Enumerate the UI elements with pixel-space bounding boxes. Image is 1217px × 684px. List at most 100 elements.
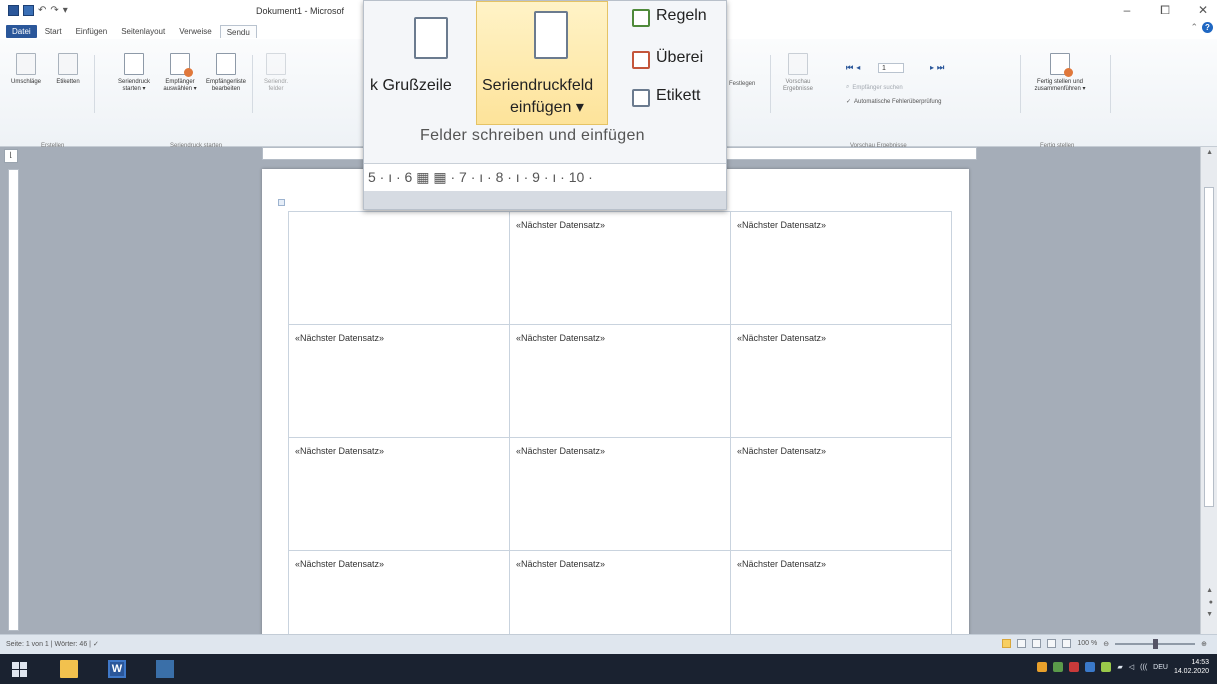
find-recipient-button[interactable]: ⌕ Empfänger suchen xyxy=(846,84,903,91)
proofing-icon[interactable]: ✓ xyxy=(93,641,99,648)
print-layout-view-icon[interactable] xyxy=(1002,639,1012,648)
labels-table: «Nächster Datensatz» «Nächster Datensatz… xyxy=(288,211,952,664)
app-taskbar-icon[interactable] xyxy=(156,660,174,678)
file-explorer-icon[interactable] xyxy=(60,660,78,678)
label-cell[interactable] xyxy=(288,211,510,325)
browse-object-icon[interactable]: ● xyxy=(1209,599,1213,606)
table-move-handle-icon[interactable] xyxy=(278,199,285,206)
match-fields-icon xyxy=(632,51,650,69)
status-left: Seite: 1 von 1 | Wörter: 46 | ✓ xyxy=(6,641,99,648)
match-fields-button[interactable]: Festlegen xyxy=(729,81,755,87)
draft-view-icon[interactable] xyxy=(1062,639,1072,648)
maximize-button[interactable]: ⧠ xyxy=(1159,3,1171,18)
previous-page-icon[interactable]: ▲ xyxy=(1206,587,1213,594)
web-layout-view-icon[interactable] xyxy=(1032,639,1042,648)
document-page[interactable]: «Nächster Datensatz» «Nächster Datensatz… xyxy=(262,169,969,664)
customize-qat-icon[interactable]: ▾ xyxy=(63,5,68,16)
close-button[interactable]: ✕ xyxy=(1197,3,1209,18)
last-record-icon[interactable]: ▸⏭ xyxy=(930,63,947,73)
label-cell[interactable]: «Nächster Datensatz» xyxy=(730,437,952,551)
ribbon-separator xyxy=(94,55,95,113)
greeting-line-icon xyxy=(414,17,448,59)
zoom-in-icon[interactable]: ⊕ xyxy=(1201,640,1207,648)
select-recipients-button[interactable]: Empfänger auswählen ▾ xyxy=(160,53,200,93)
language-indicator[interactable]: DEU xyxy=(1153,664,1168,671)
check-icon: ✓ xyxy=(846,99,852,105)
label-cell[interactable]: «Nächster Datensatz» xyxy=(288,437,510,551)
tray-app-icon[interactable] xyxy=(1101,662,1112,672)
labels-button[interactable]: Etiketten xyxy=(48,53,88,86)
zoom-out-icon[interactable]: ⊖ xyxy=(1103,640,1109,648)
label-cell[interactable]: «Nächster Datensatz» xyxy=(730,324,952,438)
outline-view-icon[interactable] xyxy=(1047,639,1057,648)
start-mail-merge-button[interactable]: Seriendruck starten ▾ xyxy=(114,53,154,93)
greeting-line-button[interactable]: k Grußzeile xyxy=(370,77,452,95)
label-cell[interactable]: «Nächster Datensatz» xyxy=(509,437,731,551)
rules-button[interactable]: Regeln xyxy=(656,7,707,25)
table-row: «Nächster Datensatz» «Nächster Datensatz… xyxy=(288,437,952,551)
vertical-scrollbar[interactable]: ▲ ▲ ● ▼ xyxy=(1200,147,1217,634)
minimize-button[interactable]: – xyxy=(1121,3,1133,18)
clock[interactable]: 14:53 14.02.2020 xyxy=(1174,658,1209,676)
highlight-merge-fields-button[interactable]: Seriendr. felder xyxy=(256,53,296,93)
system-tray: ▰ ◁ ((( DEU 14:53 14.02.2020 xyxy=(1037,658,1209,676)
ribbon-collapse-icon[interactable]: ⌃ xyxy=(1190,22,1198,33)
finish-merge-icon xyxy=(1050,53,1073,77)
tab-mailings[interactable]: Sendu xyxy=(219,25,257,38)
page-count[interactable]: Seite: 1 von 1 xyxy=(6,641,49,648)
speaker-icon[interactable]: ◁ xyxy=(1129,663,1134,671)
envelopes-button[interactable]: Umschläge xyxy=(6,53,46,86)
label-cell[interactable]: «Nächster Datensatz» xyxy=(288,324,510,438)
label-cell[interactable]: «Nächster Datensatz» xyxy=(509,211,731,325)
merge-field-icon xyxy=(534,11,568,59)
edit-list-icon xyxy=(216,53,236,75)
undo-icon[interactable]: ↶ xyxy=(38,5,46,16)
redo-icon[interactable]: ↷ xyxy=(50,5,58,16)
document-icon xyxy=(124,53,144,75)
network-icon[interactable]: ▰ xyxy=(1117,663,1122,671)
next-page-icon[interactable]: ▼ xyxy=(1206,611,1213,618)
tab-selector[interactable]: ⌊ xyxy=(4,149,18,163)
save-icon[interactable] xyxy=(23,5,34,16)
scroll-up-icon[interactable]: ▲ xyxy=(1206,149,1213,156)
table-row: «Nächster Datensatz» «Nächster Datensatz… xyxy=(288,211,952,325)
tab-start[interactable]: Start xyxy=(39,25,68,38)
scrollbar-thumb[interactable] xyxy=(1204,187,1214,507)
word-count[interactable]: Wörter: 46 xyxy=(55,641,88,648)
search-icon: ⌕ xyxy=(846,84,850,90)
label-cell[interactable]: «Nächster Datensatz» xyxy=(730,211,952,325)
word-app-icon[interactable] xyxy=(8,5,19,16)
update-labels-button[interactable]: Etikett xyxy=(656,87,700,105)
label-cell[interactable]: «Nächster Datensatz» xyxy=(509,324,731,438)
zoom-level[interactable]: 100 % xyxy=(1077,640,1097,647)
help-icon[interactable]: ? xyxy=(1202,22,1213,33)
edit-recipient-list-button[interactable]: Empfängerliste bearbeiten xyxy=(206,53,246,93)
tab-file[interactable]: Datei xyxy=(6,25,37,38)
preview-icon xyxy=(788,53,808,75)
auto-check-errors-button[interactable]: ✓ Automatische Fehlerüberprüfung xyxy=(846,98,941,106)
tray-app-icon[interactable] xyxy=(1069,662,1080,672)
highlight-icon xyxy=(266,53,286,75)
help-area: ⌃ ? xyxy=(1190,22,1213,33)
envelope-icon xyxy=(16,53,36,75)
tray-app-icon[interactable] xyxy=(1037,662,1048,672)
tab-insert[interactable]: Einfügen xyxy=(70,25,114,38)
preview-results-button[interactable]: Vorschau Ergebnisse xyxy=(778,53,818,93)
rules-icon xyxy=(632,9,650,27)
record-number-input[interactable]: 1 xyxy=(878,63,904,73)
start-button[interactable] xyxy=(10,660,28,678)
finish-merge-button[interactable]: Fertig stellen und zusammenführen ▾ xyxy=(1030,53,1090,93)
tray-app-icon[interactable] xyxy=(1085,662,1096,672)
full-screen-view-icon[interactable] xyxy=(1017,639,1027,648)
tab-page-layout[interactable]: Seitenlayout xyxy=(115,25,171,38)
zoom-slider-thumb[interactable] xyxy=(1153,638,1159,649)
tray-app-icon[interactable] xyxy=(1053,662,1064,672)
update-labels-icon xyxy=(632,89,650,107)
first-record-icon[interactable]: ⏮◂ xyxy=(846,63,863,73)
word-taskbar-icon[interactable]: W xyxy=(108,660,126,678)
vertical-ruler[interactable] xyxy=(8,169,19,631)
tab-references[interactable]: Verweise xyxy=(173,25,217,38)
match-fields-button[interactable]: Überei xyxy=(656,49,703,67)
zoom-slider[interactable] xyxy=(1115,638,1196,649)
zoomed-ruler-bottom xyxy=(364,191,726,209)
